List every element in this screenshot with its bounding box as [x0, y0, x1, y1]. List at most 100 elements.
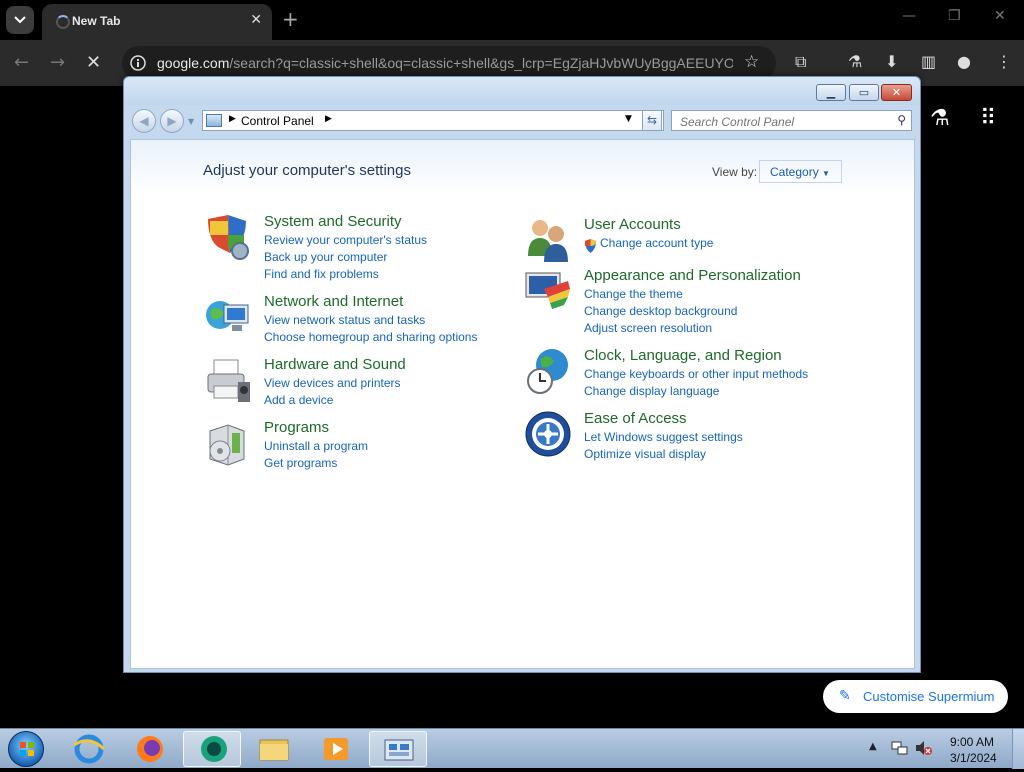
forward-arrow-icon[interactable]: → [50, 52, 65, 73]
link-suggest-settings[interactable]: Let Windows suggest settings [584, 430, 743, 444]
site-info-icon[interactable] [130, 55, 146, 71]
tab-search-button[interactable] [6, 6, 34, 34]
windows-logo-icon [20, 742, 34, 756]
network-globe-icon [206, 301, 249, 331]
link-change-keyboards[interactable]: Change keyboards or other input methods [584, 367, 808, 381]
link-backup[interactable]: Back up your computer [264, 250, 387, 264]
appearance-palette-icon [525, 272, 570, 309]
category-title[interactable]: User Accounts [584, 216, 681, 233]
link-find-fix-problems[interactable]: Find and fix problems [264, 267, 379, 281]
close-icon[interactable]: ✕ [994, 8, 1006, 24]
link-desktop-background[interactable]: Change desktop background [584, 304, 737, 318]
address-dropdown-icon[interactable]: ▼ [625, 114, 632, 124]
link-add-device[interactable]: Add a device [264, 393, 333, 407]
link-uninstall-program[interactable]: Uninstall a program [264, 439, 368, 453]
view-by-value: Category [770, 165, 819, 179]
category-title[interactable]: Ease of Access [584, 410, 687, 427]
link-review-status[interactable]: Review your computer's status [264, 233, 427, 247]
apps-grid-icon[interactable]: ⠿ [980, 106, 996, 131]
start-button[interactable] [8, 731, 44, 767]
browser-tabstrip: New Tab ✕ + — ❐ ✕ [0, 0, 1024, 40]
window-caption-bar[interactable]: ▁ ▭ ✕ [124, 77, 920, 105]
category-title[interactable]: Programs [264, 419, 329, 436]
search-icon[interactable]: ⚲ [897, 113, 906, 127]
link-get-programs[interactable]: Get programs [264, 456, 337, 470]
refresh-button[interactable]: ⇆ [642, 110, 662, 131]
download-icon[interactable]: ⬇ [885, 52, 898, 71]
window-minimize-button[interactable]: ▁ [816, 84, 846, 101]
profile-avatar-icon[interactable]: ● [957, 52, 971, 71]
firefox-icon [137, 736, 163, 762]
maximize-icon: ▭ [858, 86, 870, 99]
category-title[interactable]: Network and Internet [264, 293, 403, 310]
menu-kebab-icon[interactable]: ⋮ [996, 52, 1012, 71]
chevron-down-icon: ▼ [822, 169, 830, 178]
link-devices-printers[interactable]: View devices and printers [264, 376, 401, 390]
window-maximize-button[interactable]: ▭ [849, 84, 879, 101]
link-display-language[interactable]: Change display language [584, 384, 719, 398]
show-hidden-icons-icon[interactable]: ▲ [869, 741, 877, 752]
taskbar-supermium[interactable] [183, 731, 241, 767]
control-panel-content: Adjust your computer's settings View by:… [130, 139, 915, 669]
windows-taskbar: ▲ 9:00 AM 3/1/2024 [0, 728, 1024, 769]
address-bar[interactable]: google.com/search?q=classic+shell&oq=cla… [122, 46, 776, 80]
link-network-status[interactable]: View network status and tasks [264, 313, 425, 327]
url-text[interactable]: google.com/search?q=classic+shell&oq=cla… [157, 55, 733, 71]
link-optimize-visual-display[interactable]: Optimize visual display [584, 447, 706, 461]
category-user-accounts: User Accounts Change account type [524, 216, 824, 266]
back-button[interactable]: ◀ [132, 109, 156, 133]
breadcrumb-control-panel[interactable]: Control Panel [241, 114, 314, 128]
extensions-icon[interactable]: ⧉ [795, 52, 806, 72]
labs-flask-icon[interactable]: ⚗ [848, 52, 862, 71]
pencil-icon: ✎ [839, 688, 851, 704]
breadcrumb-chevron-icon[interactable]: ▶ [325, 114, 332, 124]
link-screen-resolution[interactable]: Adjust screen resolution [584, 321, 712, 335]
search-control-panel[interactable]: ⚲ [671, 110, 912, 132]
ease-of-access-icon [525, 411, 571, 457]
page-title: Adjust your computer's settings [203, 162, 411, 179]
network-tray-icon[interactable] [890, 739, 908, 757]
category-clock-language-region: Clock, Language, and Region Change keybo… [524, 347, 824, 407]
link-homegroup[interactable]: Choose homegroup and sharing options [264, 330, 477, 344]
recent-pages-dropdown-icon[interactable]: ▼ [188, 117, 194, 126]
taskbar-internet-explorer[interactable] [60, 731, 118, 767]
printer-icon [207, 359, 250, 402]
tab-close-icon[interactable]: ✕ [250, 12, 262, 28]
side-panel-icon[interactable]: ▥ [921, 52, 936, 71]
breadcrumb-chevron-icon[interactable]: ▶ [229, 114, 236, 124]
labs-flask-icon[interactable]: ⚗ [930, 106, 950, 131]
explorer-address-bar[interactable]: ▶ Control Panel ▶ ▼ [202, 110, 664, 131]
category-title[interactable]: Appearance and Personalization [584, 267, 801, 284]
taskbar-file-explorer[interactable] [245, 731, 303, 767]
bookmark-star-icon[interactable]: ☆ [744, 52, 759, 72]
minimize-icon: ▁ [826, 86, 836, 99]
view-by-dropdown[interactable]: Category ▼ [759, 160, 842, 183]
link-change-account-type[interactable]: Change account type [600, 236, 713, 250]
restore-icon[interactable]: ❐ [948, 8, 961, 24]
control-panel-window: ▁ ▭ ✕ ◀ ▶ ▼ ▶ Control Panel ▶ ▼ ⇆ ⚲ Adju… [123, 76, 921, 673]
taskbar-media-player[interactable] [307, 731, 365, 767]
back-arrow-icon[interactable]: ← [14, 52, 29, 73]
show-desktop-button[interactable] [1012, 729, 1024, 769]
new-tab-button[interactable]: + [282, 8, 299, 30]
forward-button[interactable]: ▶ [160, 109, 184, 133]
link-change-theme[interactable]: Change the theme [584, 287, 683, 301]
search-input[interactable] [672, 112, 882, 132]
users-icon [528, 220, 568, 262]
category-title[interactable]: System and Security [264, 213, 402, 230]
customise-supermium-button[interactable]: ✎ Customise Supermium [823, 680, 1008, 713]
taskbar-firefox[interactable] [121, 731, 179, 767]
category-system-security: System and Security Review your computer… [204, 213, 504, 283]
category-title[interactable]: Hardware and Sound [264, 356, 406, 373]
browser-tab[interactable]: New Tab ✕ [42, 4, 272, 40]
category-title[interactable]: Clock, Language, and Region [584, 347, 782, 364]
clock-date[interactable]: 3/1/2024 [950, 751, 997, 765]
minimize-icon[interactable]: — [902, 8, 916, 24]
view-by-label: View by: [712, 165, 758, 179]
clock-time[interactable]: 9:00 AM [950, 735, 994, 749]
volume-muted-icon[interactable] [914, 739, 932, 757]
window-close-button[interactable]: ✕ [881, 84, 912, 101]
stop-loading-icon[interactable]: ✕ [86, 52, 101, 73]
category-hardware-sound: Hardware and Sound View devices and prin… [204, 356, 504, 416]
taskbar-control-panel[interactable] [369, 731, 427, 767]
